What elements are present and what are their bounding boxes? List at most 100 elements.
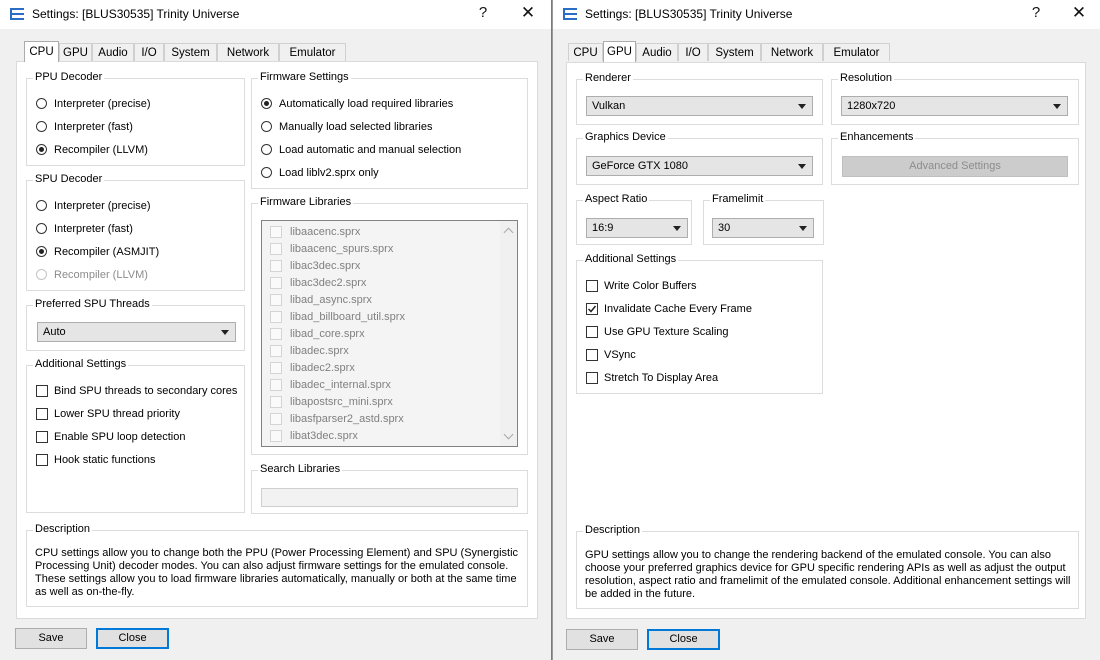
- checkbox: [270, 226, 282, 238]
- renderer-group: Renderer Vulkan: [576, 72, 823, 125]
- list-item-label: libadec2.sprx: [290, 362, 355, 374]
- tab-system[interactable]: System: [708, 43, 761, 61]
- window-title: Settings: [BLUS30535] Trinity Universe: [32, 7, 240, 21]
- checkbox-label: Lower SPU thread priority: [54, 408, 180, 420]
- app-icon: [563, 8, 577, 20]
- checkbox: [270, 277, 282, 289]
- chevron-down-icon: [221, 330, 229, 335]
- checkbox: [270, 311, 282, 323]
- radio-button[interactable]: [36, 121, 47, 132]
- radio-button[interactable]: [36, 200, 47, 211]
- checkbox[interactable]: [586, 280, 598, 292]
- group-title: Graphics Device: [583, 131, 668, 143]
- tab-io[interactable]: I/O: [678, 43, 708, 61]
- dropdown-value: 30: [718, 222, 731, 234]
- description-text: GPU settings allow you to change the ren…: [585, 549, 1071, 601]
- dropdown-value: 1280x720: [847, 100, 896, 112]
- close-button[interactable]: Close: [647, 629, 720, 650]
- list-item-label: libad_billboard_util.sprx: [290, 311, 405, 323]
- save-button[interactable]: Save: [15, 628, 87, 649]
- tab-cpu[interactable]: CPU: [24, 41, 59, 62]
- tab-emulator[interactable]: Emulator: [279, 43, 346, 61]
- checkbox-label: Use GPU Texture Scaling: [604, 326, 729, 338]
- checkbox[interactable]: [586, 349, 598, 361]
- chevron-down-icon: [1053, 104, 1061, 109]
- checkbox: [270, 413, 282, 425]
- list-item-label: libasfparser2_astd.sprx: [290, 413, 404, 425]
- radio-button-selected[interactable]: [261, 98, 272, 109]
- group-title: Additional Settings: [33, 358, 129, 370]
- chevron-up-icon[interactable]: [503, 227, 514, 238]
- checkbox: [270, 362, 282, 374]
- radio-button[interactable]: [36, 98, 47, 109]
- enhancements-group: Enhancements Advanced Settings: [831, 131, 1079, 185]
- checkbox: [270, 260, 282, 272]
- checkbox[interactable]: [36, 431, 48, 443]
- checkbox[interactable]: [36, 454, 48, 466]
- spu-threads-group: Preferred SPU Threads Auto: [26, 298, 245, 351]
- description-line: choose your preferred graphics device fo…: [585, 562, 1066, 574]
- list-scrollbar[interactable]: [500, 221, 517, 446]
- list-item-label: libaacenc_spurs.sprx: [290, 243, 394, 255]
- chevron-down-icon: [799, 226, 807, 231]
- search-libraries-group: Search Libraries: [251, 463, 528, 514]
- group-title: Framelimit: [710, 193, 766, 205]
- checkbox[interactable]: [36, 408, 48, 420]
- chevron-down-icon: [798, 104, 806, 109]
- checkbox[interactable]: [586, 326, 598, 338]
- dropdown-value: Vulkan: [592, 100, 626, 112]
- renderer-dropdown[interactable]: Vulkan: [586, 96, 813, 116]
- checkbox[interactable]: [36, 385, 48, 397]
- list-item-label: libac3dec2.sprx: [290, 277, 367, 289]
- checkbox-checked[interactable]: [586, 303, 598, 315]
- help-icon[interactable]: ?: [473, 4, 493, 21]
- checkbox[interactable]: [586, 372, 598, 384]
- close-icon[interactable]: ✕: [1065, 3, 1093, 23]
- tab-audio[interactable]: Audio: [92, 43, 134, 61]
- graphics-device-group: Graphics Device GeForce GTX 1080: [576, 131, 823, 185]
- checkbox-label: Stretch To Display Area: [604, 372, 719, 384]
- radio-button[interactable]: [261, 167, 272, 178]
- tab-network[interactable]: Network: [761, 43, 823, 61]
- description-line: be added in the future.: [585, 588, 696, 600]
- search-libraries-input[interactable]: [261, 488, 518, 507]
- radio-button[interactable]: [36, 223, 47, 234]
- radio-button[interactable]: [261, 144, 272, 155]
- radio-button-selected[interactable]: [36, 246, 47, 257]
- tab-cpu[interactable]: CPU: [568, 43, 603, 61]
- description-line: as well as on-the-fly.: [35, 586, 135, 598]
- framelimit-dropdown[interactable]: 30: [712, 218, 814, 238]
- radio-button[interactable]: [261, 121, 272, 132]
- tab-network[interactable]: Network: [217, 43, 279, 61]
- list-item-label: libapostsrc_mini.sprx: [290, 396, 393, 408]
- checkbox-label: Hook static functions: [54, 454, 156, 466]
- checkbox: [270, 379, 282, 391]
- chevron-down-icon[interactable]: [503, 429, 514, 440]
- description-line: CPU settings allow you to change both th…: [35, 547, 519, 559]
- list-item-label: libat3dec.sprx: [290, 430, 358, 442]
- help-icon[interactable]: ?: [1026, 4, 1046, 21]
- list-item-label: libaacenc.sprx: [290, 226, 361, 238]
- radio-label: Interpreter (precise): [54, 200, 151, 212]
- advanced-settings-button: Advanced Settings: [842, 156, 1068, 177]
- firmware-libraries-list[interactable]: libaacenc.sprx libaacenc_spurs.sprx liba…: [261, 220, 518, 447]
- framelimit-group: Framelimit 30: [703, 193, 824, 245]
- tab-gpu[interactable]: GPU: [59, 43, 92, 61]
- radio-label: Automatically load required libraries: [279, 98, 454, 110]
- checkbox-label: Enable SPU loop detection: [54, 431, 186, 443]
- tab-io[interactable]: I/O: [134, 43, 164, 61]
- spu-threads-dropdown[interactable]: Auto: [37, 322, 236, 342]
- save-button[interactable]: Save: [566, 629, 638, 650]
- tab-emulator[interactable]: Emulator: [823, 43, 890, 61]
- close-icon[interactable]: ✕: [514, 3, 542, 23]
- resolution-dropdown[interactable]: 1280x720: [841, 96, 1068, 116]
- tab-system[interactable]: System: [164, 43, 217, 61]
- group-title: Renderer: [583, 72, 633, 84]
- radio-button-selected[interactable]: [36, 144, 47, 155]
- close-button[interactable]: Close: [96, 628, 169, 649]
- tab-audio[interactable]: Audio: [636, 43, 678, 61]
- graphics-device-dropdown[interactable]: GeForce GTX 1080: [586, 156, 813, 176]
- checkbox-label: VSync: [604, 349, 636, 361]
- tab-gpu[interactable]: GPU: [603, 41, 636, 62]
- aspect-ratio-dropdown[interactable]: 16:9: [586, 218, 688, 238]
